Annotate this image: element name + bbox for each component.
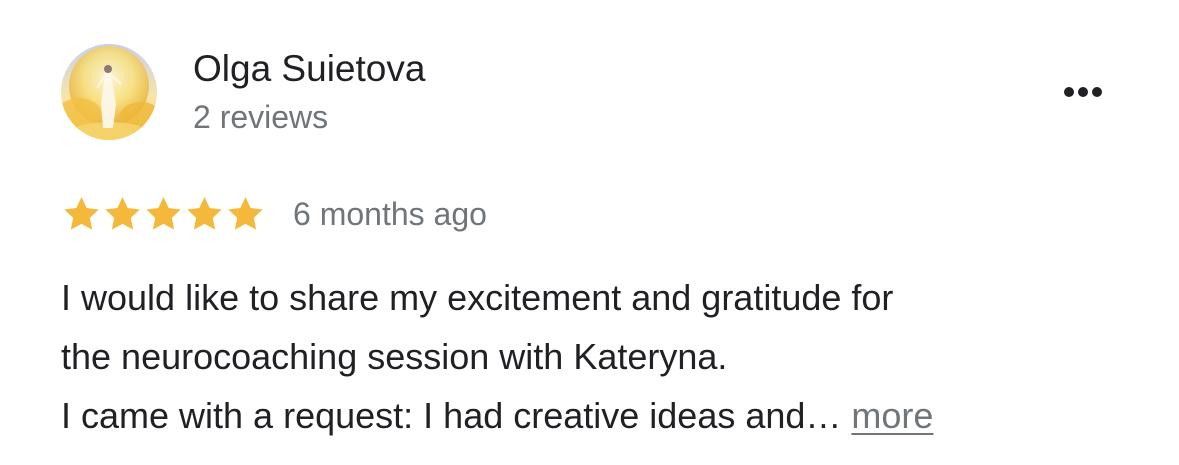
avatar[interactable] <box>61 44 157 140</box>
review-text-line: the neurocoaching session with Kateryna. <box>61 336 728 377</box>
more-link[interactable]: more <box>851 395 933 436</box>
star-rating <box>61 194 266 234</box>
review-text-line: I would like to share my excitement and … <box>61 277 894 318</box>
star-icon <box>146 197 181 230</box>
avatar-photo <box>61 44 157 140</box>
review-card: Olga Suietova 2 reviews 6 months ago I w… <box>0 0 1179 465</box>
star-icon <box>187 197 222 230</box>
review-text-line: I came with a request: I had creative id… <box>61 386 1141 445</box>
star-icon <box>105 197 140 230</box>
star-icon <box>64 197 99 230</box>
review-text: I would like to share my excitement and … <box>61 268 1141 445</box>
review-count[interactable]: 2 reviews <box>193 97 328 137</box>
review-date: 6 months ago <box>293 196 487 232</box>
review-text-truncated: I came with a request: I had creative id… <box>61 395 842 436</box>
rating-row: 6 months ago <box>61 192 487 236</box>
more-horizontal-icon <box>1062 87 1104 97</box>
more-options-button[interactable] <box>1050 72 1116 112</box>
author-name[interactable]: Olga Suietova <box>193 47 425 91</box>
star-icon <box>228 197 263 230</box>
